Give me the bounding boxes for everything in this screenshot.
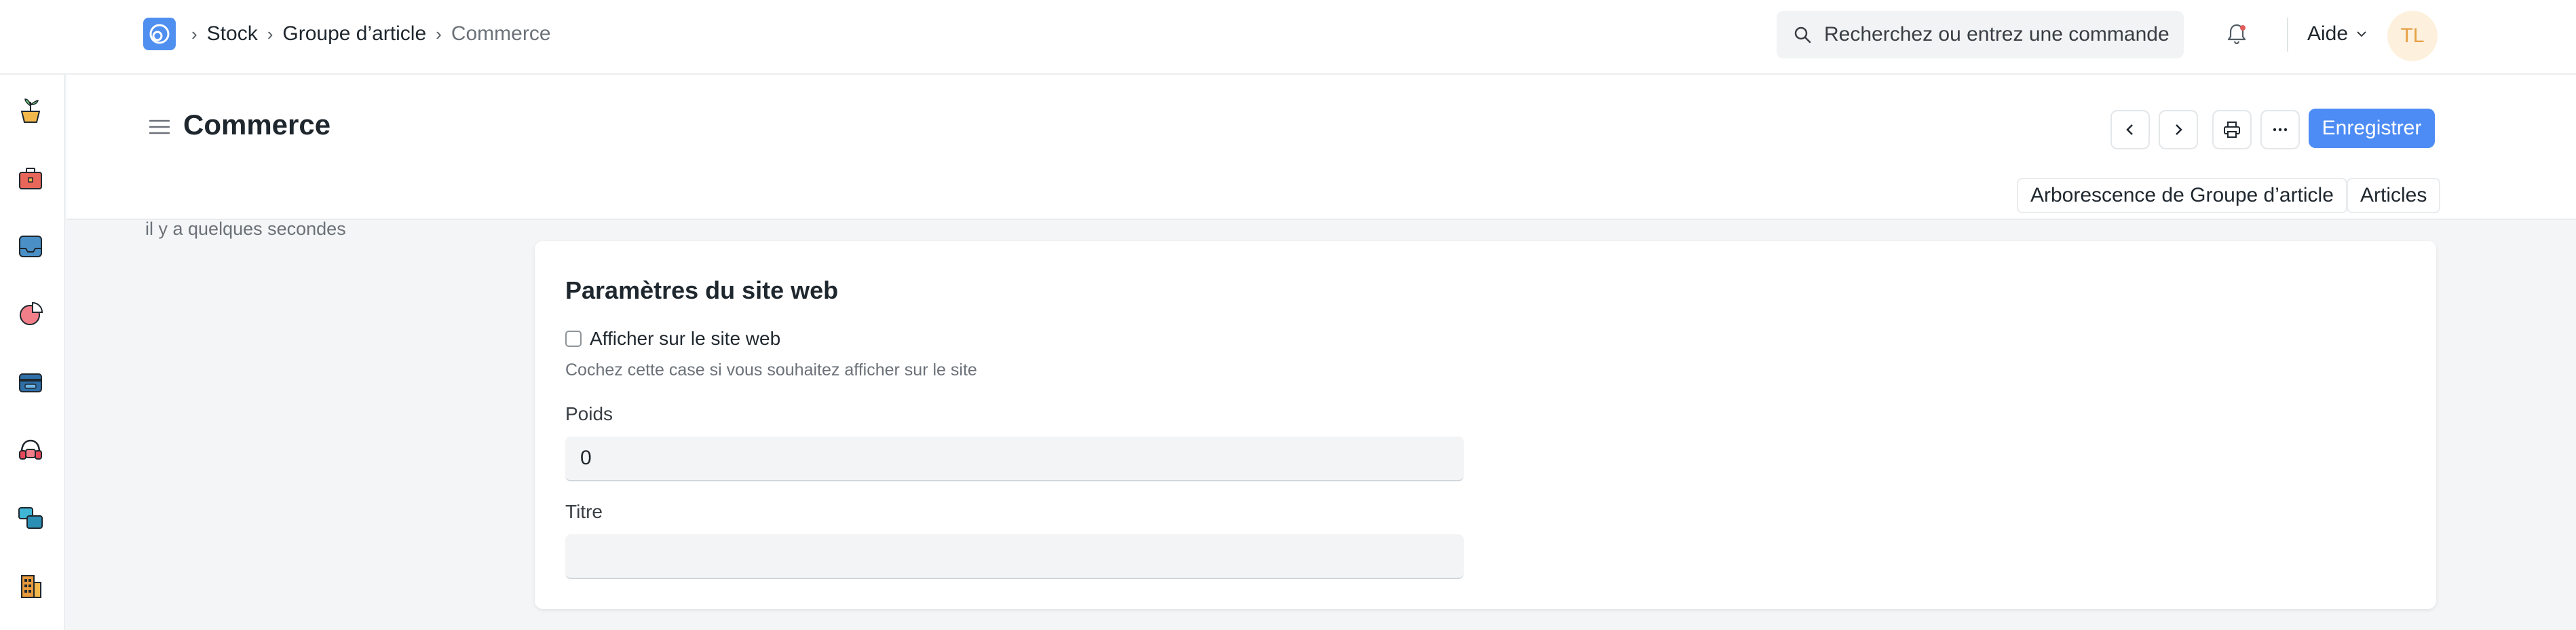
- more-horizontal-icon: [2273, 128, 2288, 132]
- chevron-right-icon: [2176, 124, 2182, 135]
- breadcrumb: › Stock › Groupe d’article › Commerce: [191, 20, 551, 48]
- show-in-website-row[interactable]: Afficher sur le site web: [565, 328, 780, 350]
- breadcrumb-item-stock[interactable]: Stock: [207, 22, 258, 45]
- show-in-website-checkbox[interactable]: [565, 331, 582, 347]
- plant-icon[interactable]: [15, 95, 46, 126]
- app-logo-icon: [149, 24, 170, 44]
- checkbox-description: Cochez cette case si vous souhaitez affi…: [565, 360, 977, 379]
- title-field[interactable]: [565, 534, 1464, 579]
- save-button[interactable]: Enregistrer: [2309, 109, 2435, 148]
- chevron-left-icon: [2126, 124, 2133, 135]
- show-in-website-label[interactable]: Afficher sur le site web: [590, 328, 780, 350]
- title-label: Titre: [565, 501, 603, 522]
- help-dropdown[interactable]: Aide: [2307, 20, 2368, 48]
- section-title: Paramètres du site web: [565, 276, 839, 304]
- stack-icon[interactable]: [15, 502, 46, 534]
- printer-icon: [2224, 122, 2240, 138]
- next-button[interactable]: [2159, 110, 2198, 149]
- chevron-down-icon: [2357, 31, 2366, 37]
- inbox-icon[interactable]: [15, 231, 46, 262]
- chevron-right-icon: ›: [267, 23, 273, 44]
- previous-button[interactable]: [2110, 110, 2150, 149]
- pie-chart-icon[interactable]: [15, 299, 46, 330]
- menu-icon[interactable]: [148, 117, 171, 137]
- item-group-tree-button[interactable]: Arborescence de Groupe d’article: [2017, 178, 2347, 213]
- print-button[interactable]: [2212, 110, 2252, 149]
- search-placeholder: Recherchez ou entrez une commande: [1824, 23, 2170, 45]
- headset-icon[interactable]: [15, 434, 46, 466]
- divider: [2287, 18, 2288, 52]
- help-label: Aide: [2307, 22, 2349, 45]
- weight-field[interactable]: 0: [565, 437, 1464, 481]
- avatar[interactable]: TL: [2387, 11, 2438, 61]
- search-icon: [1794, 26, 1811, 43]
- weight-label: Poids: [565, 403, 613, 424]
- website-settings-card: Paramètres du site web Afficher sur le s…: [535, 241, 2436, 609]
- page-title: Commerce: [183, 109, 331, 141]
- more-actions-button[interactable]: [2260, 110, 2300, 149]
- last-modified-timestamp: il y a quelques secondes: [145, 219, 346, 239]
- notification-bell-icon[interactable]: [2224, 22, 2249, 46]
- top-navbar: › Stock › Groupe d’article › Commerce Re…: [0, 0, 2576, 75]
- items-button[interactable]: Articles: [2347, 178, 2441, 213]
- sidebar: [0, 75, 65, 630]
- search-input[interactable]: Recherchez ou entrez une commande: [1777, 11, 2184, 58]
- page-header: Commerce Enregistrer Arborescence de Gro…: [67, 75, 2576, 220]
- chevron-right-icon: ›: [191, 23, 197, 44]
- building-icon[interactable]: [15, 570, 46, 601]
- wallet-icon[interactable]: [15, 367, 46, 398]
- breadcrumb-item-item-group[interactable]: Groupe d’article: [282, 22, 426, 45]
- toolbox-icon[interactable]: [15, 163, 46, 194]
- breadcrumb-item-current[interactable]: Commerce: [451, 22, 551, 45]
- app-logo[interactable]: [143, 18, 176, 50]
- chevron-right-icon: ›: [436, 23, 442, 44]
